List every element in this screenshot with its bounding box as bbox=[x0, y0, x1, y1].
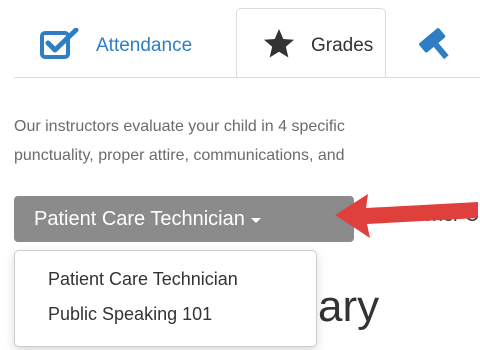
description-line-1: Our instructors evaluate your child in 4… bbox=[14, 118, 345, 135]
gavel-icon bbox=[414, 24, 454, 69]
course-select-button[interactable]: Patient Care Technician bbox=[14, 196, 354, 242]
tab-attendance[interactable]: Attendance bbox=[40, 8, 225, 78]
course-select-label: Patient Care Technician bbox=[34, 207, 245, 230]
red-arrow-annotation bbox=[330, 188, 480, 253]
star-icon bbox=[263, 28, 295, 65]
tab-conduct[interactable] bbox=[414, 8, 480, 78]
course-option-patient-care[interactable]: Patient Care Technician bbox=[15, 263, 316, 298]
section-heading-partial: ary bbox=[318, 282, 380, 331]
caret-down-icon bbox=[250, 218, 261, 223]
grades-description: Our instructors evaluate your child in 4… bbox=[14, 112, 480, 170]
tab-divider bbox=[14, 77, 480, 78]
tab-bar: Attendance Grades bbox=[0, 0, 480, 78]
tab-grades-label: Grades bbox=[311, 35, 374, 56]
tab-grades[interactable]: Grades bbox=[236, 8, 386, 78]
course-dropdown-menu: Patient Care Technician Public Speaking … bbox=[14, 250, 317, 347]
course-option-public-speaking[interactable]: Public Speaking 101 bbox=[15, 298, 316, 333]
tab-attendance-label: Attendance bbox=[96, 35, 193, 56]
checkbox-icon bbox=[40, 27, 80, 65]
description-line-2: punctuality, proper attire, communicatio… bbox=[14, 147, 345, 164]
